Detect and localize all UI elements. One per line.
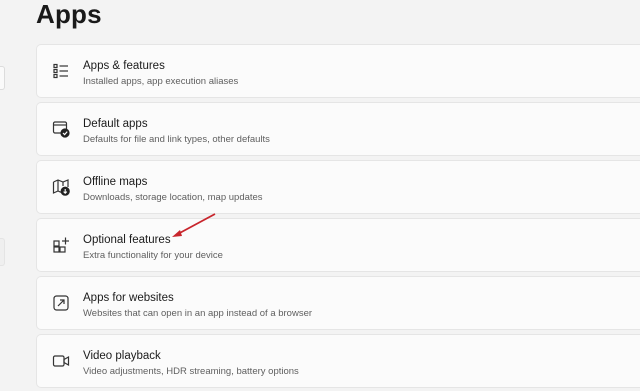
apps-list-icon [52, 62, 70, 80]
setting-description: Defaults for file and link types, other … [83, 134, 270, 145]
setting-label: Video playback [83, 350, 161, 362]
setting-description: Extra functionality for your device [83, 250, 223, 261]
setting-offline-maps[interactable]: Offline maps Downloads, storage location… [36, 160, 640, 214]
offline-maps-icon [52, 178, 70, 196]
setting-default-apps[interactable]: Default apps Defaults for file and link … [36, 102, 640, 156]
setting-label: Optional features [83, 234, 171, 246]
setting-apps-features[interactable]: Apps & features Installed apps, app exec… [36, 44, 640, 98]
setting-label: Default apps [83, 118, 148, 130]
settings-page: Apps Apps & features Installed apps, app… [0, 0, 640, 391]
settings-list: Apps & features Installed apps, app exec… [36, 44, 640, 391]
setting-description: Websites that can open in an app instead… [83, 308, 313, 319]
setting-optional-features[interactable]: Optional features Extra functionality fo… [36, 218, 640, 272]
setting-description: Downloads, storage location, map updates [83, 192, 263, 203]
setting-description: Installed apps, app execution aliases [83, 76, 239, 87]
optional-features-icon [52, 236, 70, 254]
setting-label: Apps & features [83, 60, 165, 72]
setting-video-playback[interactable]: Video playback Video adjustments, HDR st… [36, 334, 640, 388]
setting-description: Video adjustments, HDR streaming, batter… [83, 366, 299, 377]
video-playback-icon [52, 352, 70, 370]
nav-pane-edge [0, 238, 5, 266]
page-title: Apps [36, 0, 102, 29]
setting-label: Apps for websites [83, 292, 174, 304]
setting-apps-for-websites[interactable]: Apps for websites Websites that can open… [36, 276, 640, 330]
apps-for-websites-icon [52, 294, 70, 312]
setting-label: Offline maps [83, 176, 148, 188]
nav-pane-edge [0, 66, 5, 90]
default-apps-icon [52, 120, 70, 138]
